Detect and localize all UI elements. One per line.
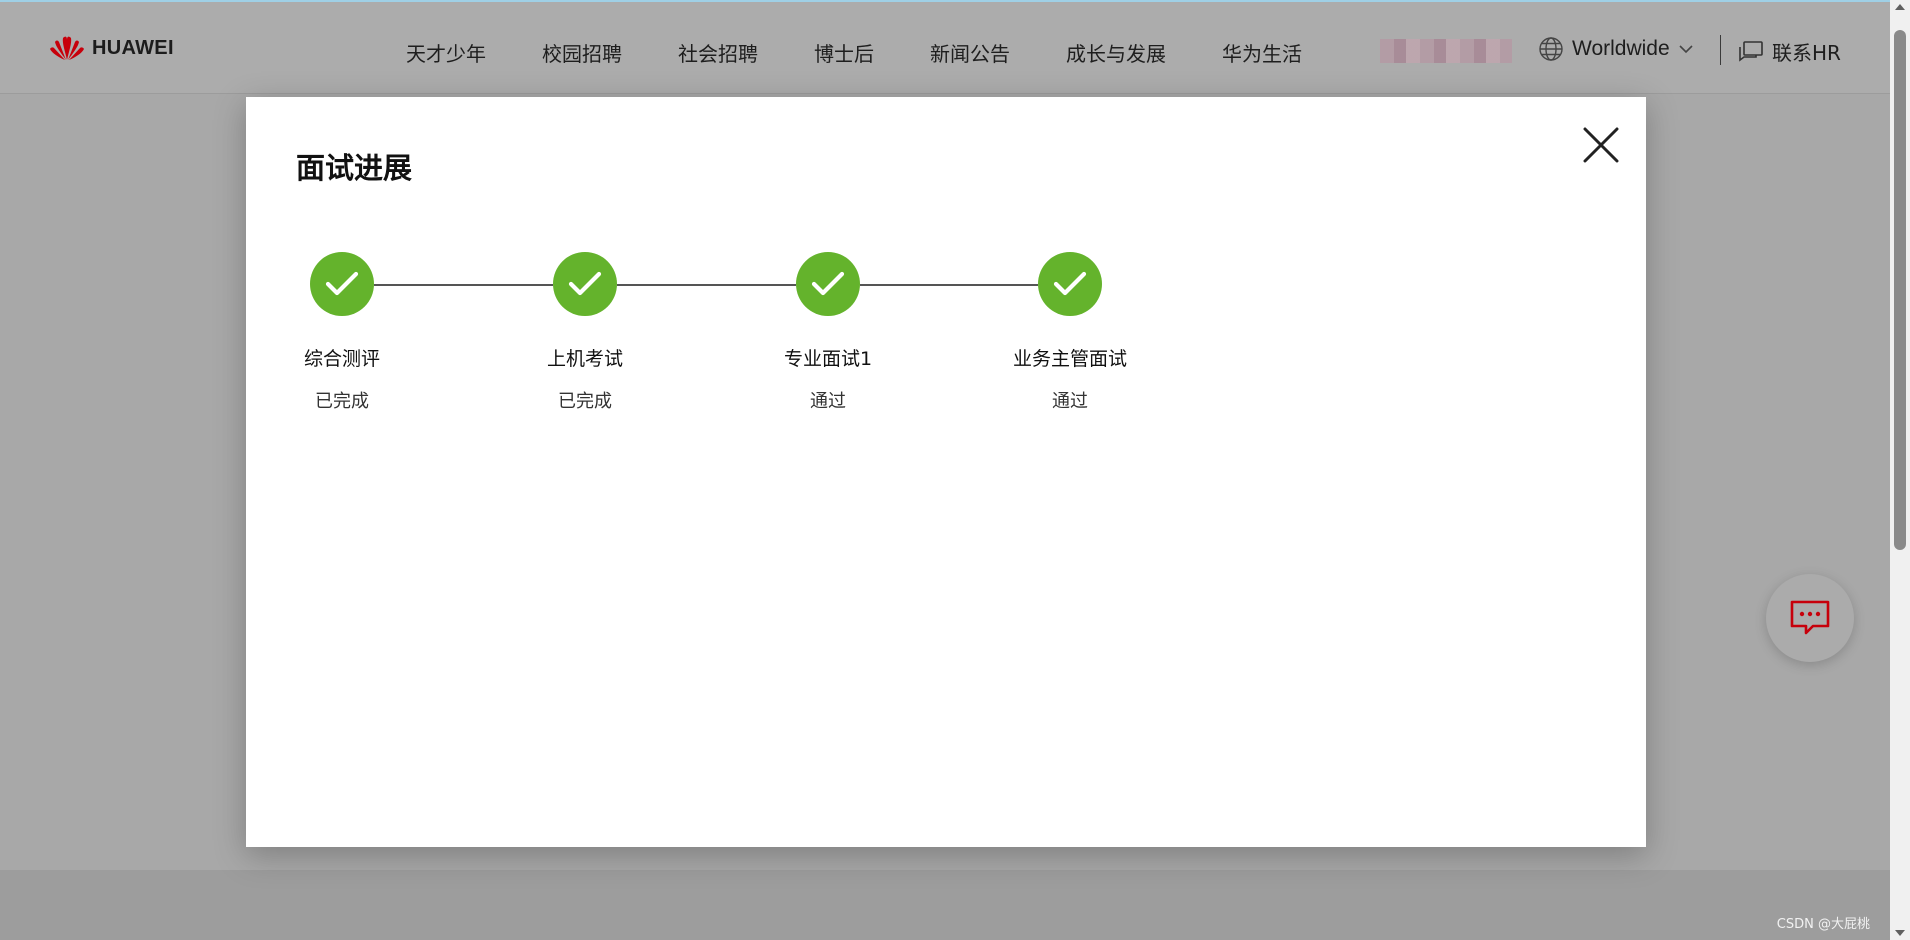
step-technical-interview: 专业面试1 通过 [748, 252, 908, 413]
step-status: 通过 [810, 391, 846, 412]
nav-item-campus[interactable]: 校园招聘 [542, 38, 622, 67]
user-name-redacted[interactable] [1380, 39, 1512, 63]
nav-item-postdoc[interactable]: 博士后 [814, 38, 874, 67]
nav-item-life[interactable]: 华为生活 [1222, 38, 1302, 67]
step-comprehensive-assessment: 综合测评 已完成 [262, 252, 422, 413]
step-name: 综合测评 [303, 348, 380, 370]
contact-hr-label: 联系HR [1772, 41, 1841, 65]
page-footer-band: CSDN @大屁桃 [0, 870, 1890, 940]
page: HUAWEI 天才少年 校园招聘 社会招聘 博士后 新闻公告 成长与发展 华为生… [0, 0, 1910, 940]
step-name: 上机考试 [546, 348, 623, 370]
step-done-circle [310, 252, 374, 316]
region-label: Worldwide [1572, 37, 1670, 60]
modal-title: 面试进展 [296, 151, 413, 185]
step-status: 通过 [1052, 391, 1088, 412]
step-done-circle [553, 252, 617, 316]
contact-hr-icon [1739, 40, 1763, 62]
step-status: 已完成 [558, 391, 612, 412]
chevron-down-icon [1679, 45, 1693, 54]
watermark: CSDN @大屁桃 [1776, 917, 1870, 932]
chat-button[interactable] [1766, 574, 1854, 662]
nav-item-social[interactable]: 社会招聘 [678, 38, 758, 67]
step-done-circle [796, 252, 860, 316]
step-coding-exam: 上机考试 已完成 [505, 252, 665, 413]
page-scrollbar[interactable] [1890, 0, 1910, 940]
scrollbar-thumb[interactable] [1894, 30, 1906, 550]
interview-progress-modal: 面试进展 综合测评 已完成 上机考试 已完成 专业面试1 通过 业务主管面试 通… [246, 97, 1646, 847]
chat-icon [1790, 600, 1830, 635]
scroll-down-arrow-icon[interactable] [1895, 930, 1905, 936]
region-selector[interactable]: Worldwide [1538, 36, 1694, 62]
contact-hr-button[interactable]: 联系HR [1738, 37, 1841, 66]
step-name: 业务主管面试 [1012, 348, 1127, 370]
step-done-circle [1038, 252, 1102, 316]
close-icon[interactable] [1581, 125, 1621, 165]
step-manager-interview: 业务主管面试 通过 [990, 252, 1150, 413]
check-icon [325, 271, 359, 296]
huawei-logo[interactable]: HUAWEI [48, 35, 174, 61]
check-icon [568, 271, 602, 296]
check-icon [811, 271, 845, 296]
globe-icon [1539, 37, 1563, 61]
check-icon [1053, 271, 1087, 296]
huawei-flower-icon [50, 36, 84, 60]
scroll-up-arrow-icon[interactable] [1895, 4, 1905, 10]
site-header: HUAWEI 天才少年 校园招聘 社会招聘 博士后 新闻公告 成长与发展 华为生… [0, 0, 1890, 94]
header-divider [1720, 35, 1721, 65]
nav-item-news[interactable]: 新闻公告 [930, 38, 1010, 67]
logo-text: HUAWEI [92, 36, 174, 59]
step-name: 专业面试1 [783, 348, 873, 370]
step-status: 已完成 [315, 391, 369, 412]
main-nav: 天才少年 校园招聘 社会招聘 博士后 新闻公告 成长与发展 华为生活 [406, 2, 1358, 102]
nav-item-growth[interactable]: 成长与发展 [1066, 38, 1166, 67]
nav-item-genius-youth[interactable]: 天才少年 [406, 38, 486, 67]
